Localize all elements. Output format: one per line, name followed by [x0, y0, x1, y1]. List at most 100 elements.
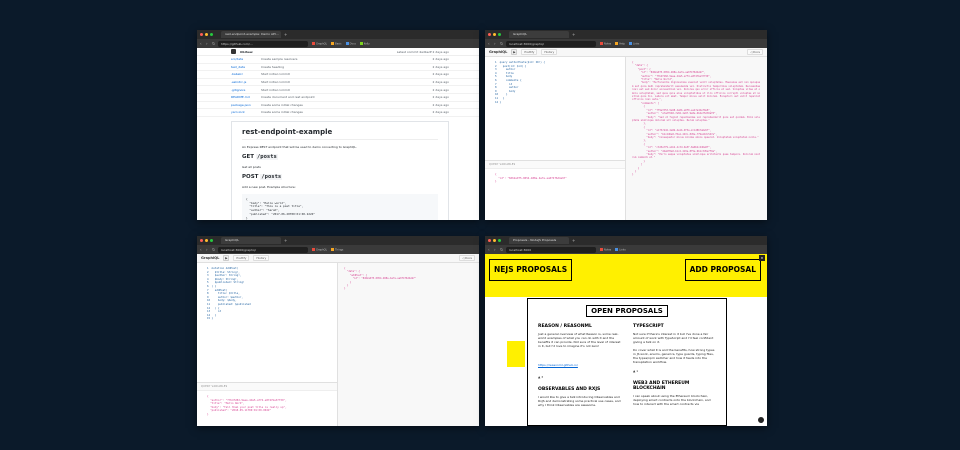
new-tab-icon[interactable]: +	[572, 32, 575, 37]
url-field[interactable]: localhost:3000	[506, 246, 596, 253]
bookmark[interactable]: Kelly	[359, 41, 370, 45]
url-field[interactable]: localhost:3000/graphql	[218, 246, 308, 253]
file-row[interactable]: src/data Create sample resolvers 2 days ag…	[197, 56, 479, 64]
address-bar-row: ‹ › ↻ localhost:3000/graphql GraphQL Thi…	[197, 245, 479, 254]
url-field[interactable]: localhost:3000/graphql	[506, 40, 596, 47]
minimize-window-icon[interactable]	[493, 239, 496, 242]
browser-tab[interactable]: Proposals - NodeJS Proposals	[509, 237, 569, 244]
result-viewer: { "data": { "addPost": { "id": "8d62a9f5…	[344, 267, 416, 291]
query-editor[interactable]: 1 query authorPosts($id: ID!) { 2 post(i…	[485, 57, 625, 104]
variables-editor[interactable]: { "id": "8d62a9f5-0054-488a-bafa-aa0f4f6…	[485, 169, 625, 184]
variables-editor[interactable]: { "author": "f7b4f28d-9aaa-4da5-a7f4-e87…	[197, 391, 337, 417]
file-row[interactable]: package.json Create some initial changes 2…	[197, 102, 479, 110]
bookmark[interactable]: Links	[615, 247, 626, 251]
maximize-window-icon[interactable]	[498, 33, 501, 36]
bookmark[interactable]: GraphQL	[312, 41, 327, 45]
avatar[interactable]	[231, 49, 236, 54]
variables-header[interactable]: QUERY VARIABLES	[197, 383, 337, 391]
file-row[interactable]: .babelrc Start initial commit 2 days ago	[197, 71, 479, 79]
bookmark[interactable]: Things	[331, 247, 343, 251]
proposal-item[interactable]: OBSERVABLES AND RXJS I would like to giv…	[538, 387, 621, 407]
docs-button[interactable]: ◁ Docs	[747, 49, 763, 55]
variables-pane: QUERY VARIABLES { "author": "f7b4f28d-9a…	[197, 382, 337, 426]
commit-owner[interactable]: Obihew	[240, 50, 253, 54]
graphiql-mutation-window: GraphiQL + ‹ › ↻ localhost:3000/graphql …	[197, 236, 479, 426]
proposals-page: NEJS PROPOSALS ADD PROPOSAL × OPEN PROPO…	[485, 254, 767, 426]
address-bar-row: ‹ › ↻ localhost:3000 Notes Links	[485, 245, 767, 254]
forward-icon[interactable]: ›	[494, 41, 498, 46]
file-row[interactable]: test_data Create Seeding 2 days ago	[197, 64, 479, 72]
back-icon[interactable]: ‹	[488, 41, 492, 46]
file-row[interactable]: .eslintrc.js Start initial commit 2 days a…	[197, 79, 479, 87]
browser-tab[interactable]: GraphiQL	[509, 31, 569, 38]
decorative-block	[507, 341, 525, 367]
get-endpoint-heading: GET /posts	[242, 153, 278, 160]
execute-query-button[interactable]: ▶	[511, 49, 518, 55]
bookmark[interactable]: Basic	[331, 41, 342, 45]
new-tab-icon[interactable]: +	[572, 238, 575, 243]
back-icon[interactable]: ‹	[200, 41, 204, 46]
file-row[interactable]: .gitignore Start initial commit 2 days ago	[197, 86, 479, 94]
bookmark[interactable]: Notes	[600, 247, 611, 251]
bookmark[interactable]: Notes	[600, 41, 611, 45]
browser-tab[interactable]: rest-endpoint-example: Demo API…	[221, 31, 281, 38]
bookmark[interactable]: Docs	[345, 41, 356, 45]
forward-icon[interactable]: ›	[206, 41, 210, 46]
reload-icon[interactable]: ↻	[500, 247, 504, 252]
reload-icon[interactable]: ↻	[500, 41, 504, 46]
graphiql-editor-area: 1 mutation AddPost( 2 $title: String!, 3…	[197, 263, 479, 426]
title-bar: Proposals - NodeJS Proposals +	[485, 236, 767, 245]
proposal-body: Not sure if there's interest in it but I…	[633, 332, 715, 364]
bookmark[interactable]: GraphQL	[312, 247, 327, 251]
minimize-window-icon[interactable]	[205, 33, 208, 36]
proposal-body: I can speak about using the Ethereum blo…	[633, 394, 711, 406]
home-link[interactable]: NEJS PROPOSALS	[489, 259, 573, 281]
forward-icon[interactable]: ›	[494, 247, 498, 252]
prettify-button[interactable]: Prettify	[233, 255, 250, 261]
minimize-window-icon[interactable]	[205, 239, 208, 242]
execute-query-button[interactable]: ▶	[223, 255, 230, 261]
vote-count[interactable]: ▲ 3	[538, 375, 621, 379]
file-row[interactable]: yarn.lock Create some initial changes 2 da…	[197, 109, 479, 117]
prettify-button[interactable]: Prettify	[521, 49, 538, 55]
address-bar-row: ‹ › ↻ https://github.com/… GraphQL Basic…	[197, 39, 479, 48]
maximize-window-icon[interactable]	[210, 239, 213, 242]
proposals-column-left: REASON / REASONML Just a general overvie…	[538, 324, 621, 410]
maximize-window-icon[interactable]	[210, 33, 213, 36]
proposal-title: TYPESCRIPT	[633, 324, 664, 329]
close-window-icon[interactable]	[488, 33, 491, 36]
query-pane: 1 mutation AddPost( 2 $title: String!, 3…	[197, 263, 338, 426]
graphiql-toolbar: GraphiQL ▶ Prettify History ◁ Docs	[485, 48, 767, 57]
close-window-icon[interactable]	[200, 33, 203, 36]
history-button[interactable]: History	[541, 49, 558, 55]
reload-icon[interactable]: ↻	[212, 41, 216, 46]
browser-tab[interactable]: GraphiQL	[221, 237, 281, 244]
minimize-window-icon[interactable]	[493, 33, 496, 36]
docs-button[interactable]: ◁ Docs	[459, 255, 475, 261]
close-icon[interactable]: ×	[759, 255, 765, 261]
reload-icon[interactable]: ↻	[212, 247, 216, 252]
variables-header[interactable]: QUERY VARIABLES	[485, 161, 625, 169]
new-tab-icon[interactable]: +	[284, 238, 287, 243]
add-proposal-button[interactable]: ADD PROPOSAL	[684, 259, 761, 281]
proposal-item[interactable]: WEB3 AND ETHEREUM BLOCKCHAIN I can speak…	[633, 381, 716, 406]
back-icon[interactable]: ‹	[200, 247, 204, 252]
bookmark[interactable]: Links	[628, 41, 639, 45]
back-icon[interactable]: ‹	[488, 247, 492, 252]
url-field[interactable]: https://github.com/…	[218, 40, 308, 47]
close-window-icon[interactable]	[488, 239, 491, 242]
github-icon[interactable]	[758, 417, 764, 423]
history-button[interactable]: History	[253, 255, 270, 261]
close-window-icon[interactable]	[200, 239, 203, 242]
new-tab-icon[interactable]: +	[284, 32, 287, 37]
file-row[interactable]: README.md Create document and rest endpoi…	[197, 94, 479, 102]
vote-count[interactable]: ▲ 1	[633, 369, 716, 373]
mutation-editor[interactable]: 1 mutation AddPost( 2 $title: String!, 3…	[197, 263, 337, 321]
forward-icon[interactable]: ›	[206, 247, 210, 252]
latest-commit[interactable]: Latest commit 4adbedf 2 days ago	[397, 50, 449, 54]
bookmark[interactable]: Help	[615, 41, 625, 45]
proposal-item[interactable]: TYPESCRIPT Not sure if there's interest …	[633, 324, 716, 373]
maximize-window-icon[interactable]	[498, 239, 501, 242]
proposal-link[interactable]: https://reasonml.github.io/	[538, 363, 578, 367]
proposal-item[interactable]: REASON / REASONML Just a general overvie…	[538, 324, 621, 379]
